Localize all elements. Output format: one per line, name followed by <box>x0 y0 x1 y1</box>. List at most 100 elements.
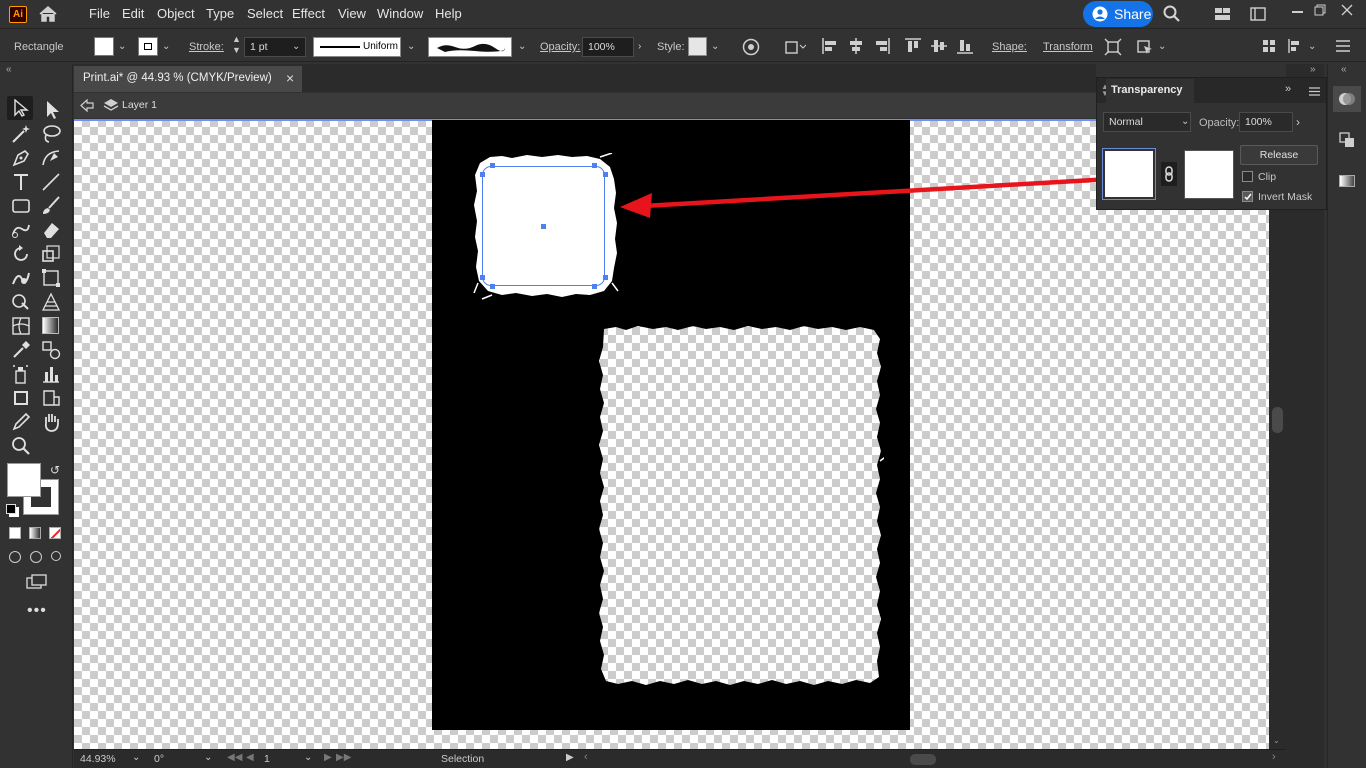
menu-file[interactable]: File <box>89 0 110 28</box>
distribute-chevron-down-icon[interactable]: ⌄ <box>1308 40 1316 54</box>
close-tab-icon[interactable]: × <box>286 70 294 86</box>
invert-mask-checkbox[interactable] <box>1242 191 1253 202</box>
stroke-chevron-down-icon[interactable]: ⌄ <box>162 40 170 54</box>
align-top-icon[interactable] <box>905 38 921 54</box>
selection-anchor-point[interactable] <box>480 275 485 280</box>
slice-icon[interactable] <box>40 387 62 409</box>
warp-icon[interactable] <box>10 267 32 289</box>
next-artboard-icon[interactable]: ▶ <box>324 752 332 763</box>
fill-swatch[interactable] <box>94 37 114 56</box>
collapse-dock-icon[interactable]: » <box>1310 64 1316 75</box>
fill-chevron-down-icon[interactable]: ⌄ <box>118 40 126 54</box>
document-tab[interactable]: Print.ai* @ 44.93 % (CMYK/Preview) × <box>74 66 302 92</box>
gradient-icon[interactable] <box>42 317 59 334</box>
select-similar-chevron-down-icon[interactable]: ⌄ <box>1158 40 1166 54</box>
magic-wand-icon[interactable] <box>10 123 32 145</box>
gradient-panel-icon[interactable] <box>1339 175 1355 187</box>
brush-definition-dropdown[interactable] <box>428 37 512 57</box>
menu-view[interactable]: View <box>338 0 366 28</box>
draw-behind-icon[interactable] <box>30 551 42 563</box>
artboard-number[interactable]: 1 <box>264 753 270 765</box>
share-button[interactable]: Share <box>1083 1 1153 27</box>
blend-mode-chevron-down-icon[interactable]: ⌄ <box>1181 115 1189 129</box>
align-middle-icon[interactable] <box>931 38 947 54</box>
minimize-icon[interactable] <box>1292 11 1303 13</box>
draw-inside-icon[interactable] <box>51 551 61 561</box>
last-artboard-icon[interactable]: ▶▶ <box>336 752 351 763</box>
layer-name[interactable]: Layer 1 <box>122 99 157 111</box>
selection-anchor-point[interactable] <box>603 172 608 177</box>
rectangle-tool-icon[interactable] <box>10 195 32 217</box>
close-icon[interactable] <box>1341 4 1353 16</box>
menu-object[interactable]: Object <box>157 0 195 28</box>
selection-anchor-point[interactable] <box>490 163 495 168</box>
blend-mode-dropdown[interactable]: Normal <box>1103 112 1191 132</box>
canvas[interactable] <box>74 119 1269 749</box>
back-arrow-icon[interactable] <box>80 99 94 112</box>
vertical-scrollbar[interactable]: ▲ ⌄ <box>1269 119 1286 749</box>
hand-icon[interactable] <box>40 411 62 433</box>
selection-tool[interactable] <box>7 96 33 120</box>
recolor-artwork-icon[interactable] <box>742 38 760 56</box>
selection-anchor-point[interactable] <box>603 275 608 280</box>
status-menu-icon[interactable]: ▶ <box>566 752 574 763</box>
mesh-icon[interactable] <box>10 315 32 337</box>
zoom-level[interactable]: 44.93% <box>80 753 116 765</box>
stroke-weight-stepper[interactable]: ▲ ▼ <box>232 34 241 56</box>
shape-builder-icon[interactable] <box>10 291 32 313</box>
scroll-left-icon[interactable]: ‹ <box>584 751 588 763</box>
arrange-documents-icon[interactable] <box>1214 7 1231 21</box>
horizontal-scroll-thumb[interactable] <box>910 754 936 765</box>
menu-window[interactable]: Window <box>377 0 423 28</box>
scroll-down-icon[interactable]: ⌄ <box>1273 736 1280 745</box>
menu-edit[interactable]: Edit <box>122 0 144 28</box>
transparency-panel-icon[interactable] <box>1333 86 1361 112</box>
artboard-tool-icon[interactable] <box>10 387 32 409</box>
type-icon[interactable] <box>10 171 32 193</box>
align-right-icon[interactable] <box>874 38 890 54</box>
menu-help[interactable]: Help <box>435 0 462 28</box>
selection-anchor-point[interactable] <box>592 163 597 168</box>
stroke-weight-chevron-down-icon[interactable]: ⌄ <box>292 40 300 54</box>
panel-menu-icon[interactable] <box>1309 87 1320 96</box>
gradient-mode-icon[interactable] <box>29 527 41 539</box>
distribute-icon[interactable] <box>1288 39 1304 53</box>
scale-icon[interactable] <box>40 243 62 265</box>
eraser-icon[interactable] <box>40 219 62 241</box>
edit-toolbar-icon[interactable]: ••• <box>27 602 47 620</box>
transparency-opacity-field[interactable]: 100% <box>1239 112 1293 132</box>
brush-chevron-down-icon[interactable]: ⌄ <box>518 40 526 54</box>
isolate-object-icon[interactable] <box>1104 38 1122 56</box>
opacity-field[interactable]: 100% <box>582 37 634 57</box>
clip-checkbox[interactable] <box>1242 171 1253 182</box>
draw-normal-icon[interactable] <box>9 551 21 563</box>
rotate-icon[interactable] <box>10 243 32 265</box>
stroke-swatch[interactable] <box>138 37 158 56</box>
mask-thumbnail[interactable] <box>1184 150 1234 199</box>
style-swatch[interactable] <box>688 37 707 56</box>
mask-link-icon[interactable] <box>1161 162 1177 186</box>
rotation-value[interactable]: 0° <box>154 753 164 765</box>
menu-type[interactable]: Type <box>206 0 234 28</box>
object-thumbnail[interactable] <box>1102 148 1156 200</box>
search-icon[interactable] <box>1163 5 1181 23</box>
transparency-opacity-chevron-right-icon[interactable]: › <box>1296 115 1300 129</box>
release-button[interactable]: Release <box>1240 145 1318 165</box>
transform-link[interactable]: Transform <box>1043 40 1093 54</box>
style-chevron-down-icon[interactable]: ⌄ <box>711 40 719 54</box>
align-center-icon[interactable] <box>848 38 864 54</box>
pencil-icon[interactable] <box>10 411 32 433</box>
select-similar-icon[interactable] <box>1136 38 1154 56</box>
restore-icon[interactable] <box>1314 4 1326 16</box>
screen-mode-icon[interactable] <box>26 574 48 590</box>
color-mode-icon[interactable] <box>9 527 21 539</box>
menu-select[interactable]: Select <box>247 0 283 28</box>
align-to-icon[interactable] <box>784 38 806 56</box>
home-icon[interactable] <box>38 5 58 23</box>
collapse-toolbar-icon[interactable]: « <box>6 64 12 75</box>
control-menu-icon[interactable] <box>1336 40 1350 52</box>
opacity-chevron-right-icon[interactable]: › <box>638 40 641 54</box>
stroke-profile-chevron-down-icon[interactable]: ⌄ <box>407 40 415 54</box>
selection-anchor-point[interactable] <box>480 172 485 177</box>
vertical-scroll-thumb[interactable] <box>1272 407 1283 433</box>
